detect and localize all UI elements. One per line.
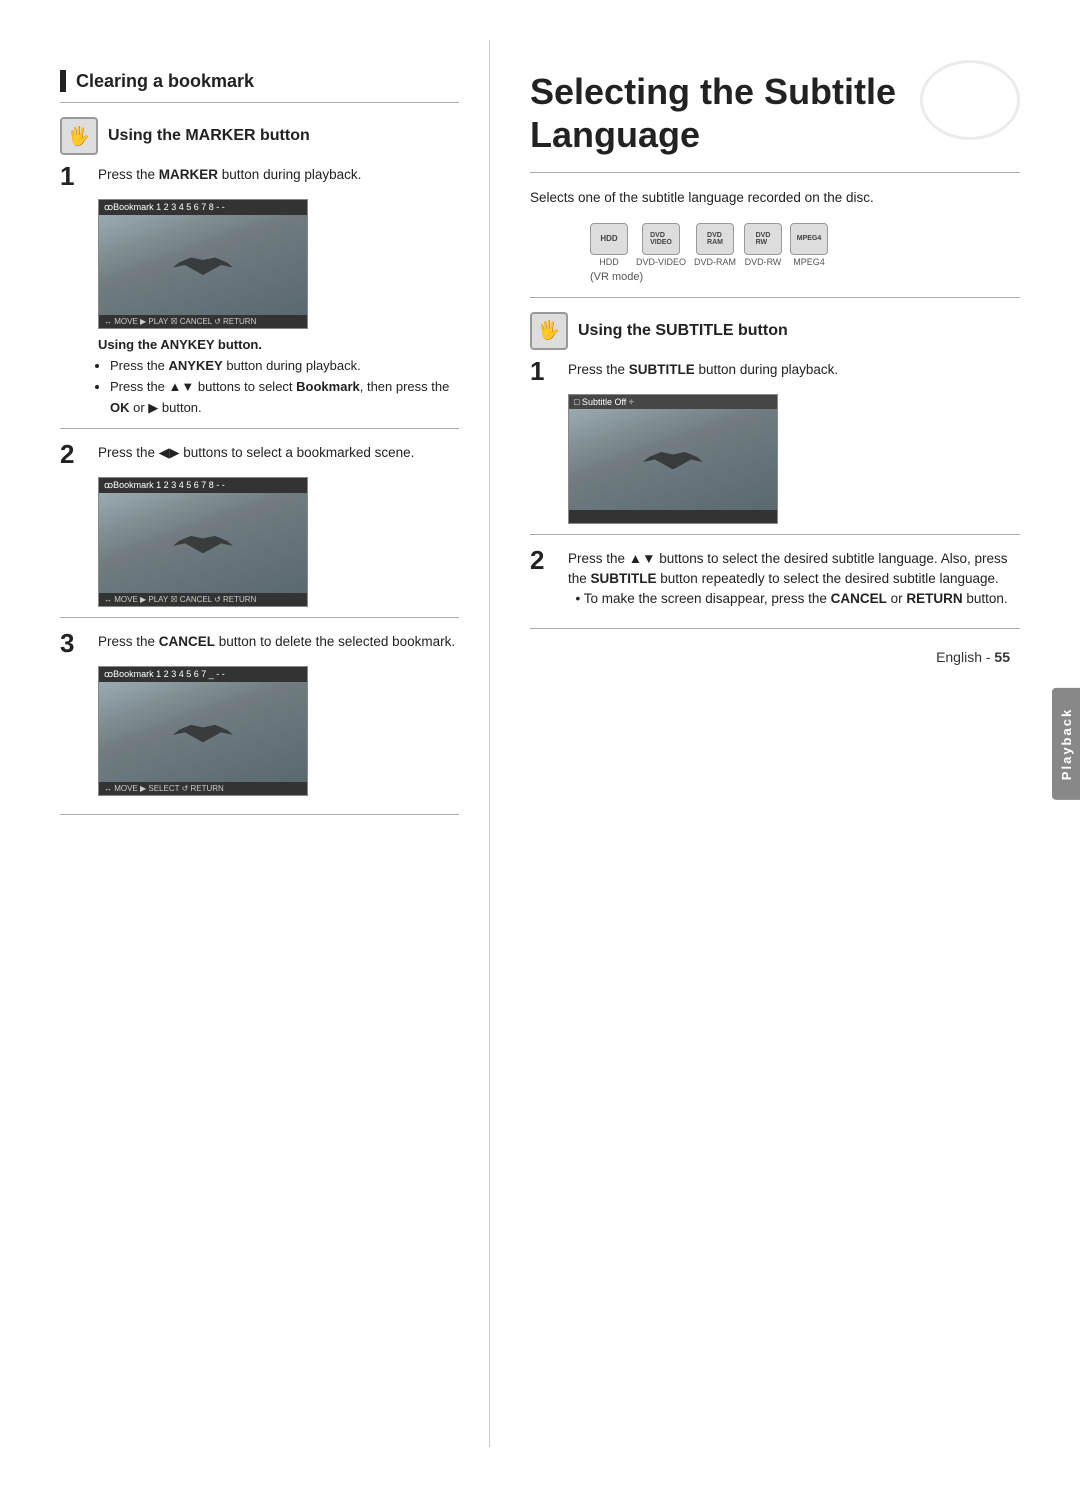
page-number: English - 55	[530, 649, 1020, 665]
step-1-text: Press the MARKER button during playback.	[98, 165, 459, 185]
right-column: Selecting the Subtitle Language Selects …	[490, 40, 1080, 1447]
seagull-icon-3	[163, 707, 243, 757]
black-bar-icon	[60, 70, 66, 92]
seagull-icon-2	[163, 518, 243, 568]
format-icon-hdd: HDD HDD	[590, 223, 628, 267]
marker-button-header: 🖐 Using the MARKER button	[60, 117, 459, 155]
step-3-num: 3	[60, 630, 90, 656]
divider-3	[60, 617, 459, 618]
left-column: Clearing a bookmark 🖐 Using the MARKER b…	[0, 40, 490, 1447]
subtitle-screenshot-bottombar	[569, 510, 777, 523]
seagull-icon-subtitle	[633, 434, 713, 484]
screenshot-1-topbar: ꝏBookmark 1 2 3 4 5 6 7 8 - -	[99, 200, 307, 215]
big-title: Selecting the Subtitle Language	[530, 70, 1020, 156]
subtitle-screenshot: □ Subtitle Off ÷	[568, 394, 778, 524]
format-icon-mpeg4: MPEG4 MPEG4	[790, 223, 828, 267]
screenshot-2: ꝏBookmark 1 2 3 4 5 6 7 8 - - ↔ MOVE ▶ P…	[98, 477, 308, 607]
right-step-1-text: Press the SUBTITLE button during playbac…	[568, 360, 1020, 380]
subtitle-desc: Selects one of the subtitle language rec…	[530, 187, 1020, 209]
step-1-num: 1	[60, 163, 90, 189]
screenshot-3-body	[99, 682, 307, 782]
page-num-value: 55	[994, 649, 1010, 665]
step-3-text: Press the CANCEL button to delete the se…	[98, 632, 459, 652]
right-step-2: 2 Press the ▲▼ buttons to select the des…	[530, 549, 1020, 610]
right-divider-2	[530, 297, 1020, 298]
right-step-1-num: 1	[530, 358, 560, 384]
right-divider-1	[530, 172, 1020, 173]
divider-bottom	[60, 814, 459, 815]
sidebar-playback-tab: Playback	[1052, 687, 1080, 799]
subtitle-button-header: 🖐 Using the SUBTITLE button	[530, 312, 1020, 350]
subtitle-icon: 🖐	[530, 312, 568, 350]
step-1: 1 Press the MARKER button during playbac…	[60, 165, 459, 189]
divider-1	[60, 102, 459, 103]
format-icons-row: HDD HDD DVDVIDEO DVD-VIDEO DVDRAM DVD-RA…	[590, 223, 1020, 267]
subtitle-screenshot-topbar: □ Subtitle Off ÷	[569, 395, 777, 409]
right-step-2-text: Press the ▲▼ buttons to select the desir…	[568, 549, 1020, 610]
right-step-2-num: 2	[530, 547, 560, 573]
clearing-bookmark-header: Clearing a bookmark	[60, 70, 459, 92]
screenshot-3-bottombar: ↔ MOVE ▶ SELECT ↺ RETURN	[99, 782, 307, 795]
marker-icon: 🖐	[60, 117, 98, 155]
anykey-bullet-1: Press the ANYKEY button during playback.	[110, 356, 459, 377]
step-2: 2 Press the ◀▶ buttons to select a bookm…	[60, 443, 459, 467]
right-step-1: 1 Press the SUBTITLE button during playb…	[530, 360, 1020, 384]
format-icon-dvd-rw: DVDRW DVD-RW	[744, 223, 782, 267]
format-icon-dvd-video: DVDVIDEO DVD-VIDEO	[636, 223, 686, 267]
screenshot-3-topbar: ꝏBookmark 1 2 3 4 5 6 7 _ - -	[99, 667, 307, 682]
page-label: English -	[936, 649, 994, 665]
clearing-bookmark-title: Clearing a bookmark	[76, 71, 254, 92]
right-divider-bottom	[530, 628, 1020, 629]
anykey-bullet-2: Press the ▲▼ buttons to select Bookmark,…	[110, 377, 459, 419]
screenshot-2-topbar: ꝏBookmark 1 2 3 4 5 6 7 8 - -	[99, 478, 307, 493]
screenshot-1: ꝏBookmark 1 2 3 4 5 6 7 8 - - ↔ MOVE ▶ P…	[98, 199, 308, 329]
anykey-section: Using the ANYKEY button. Press the ANYKE…	[98, 337, 459, 418]
anykey-title: Using the ANYKEY button.	[98, 337, 459, 352]
seagull-icon-1	[163, 240, 243, 290]
subtitle-screenshot-body	[569, 409, 777, 510]
marker-button-title: Using the MARKER button	[108, 127, 310, 145]
right-divider-3	[530, 534, 1020, 535]
step-3: 3 Press the CANCEL button to delete the …	[60, 632, 459, 656]
step-2-num: 2	[60, 441, 90, 467]
anykey-bullets: Press the ANYKEY button during playback.…	[98, 356, 459, 418]
screenshot-2-body	[99, 493, 307, 593]
vr-mode-text: (VR mode)	[590, 271, 1020, 283]
step-2-text: Press the ◀▶ buttons to select a bookmar…	[98, 443, 459, 463]
subtitle-button-title: Using the SUBTITLE button	[578, 322, 788, 340]
screenshot-1-bottombar: ↔ MOVE ▶ PLAY ☒ CANCEL ↺ RETURN	[99, 315, 307, 328]
format-icon-dvd-ram: DVDRAM DVD-RAM	[694, 223, 736, 267]
title-decoration	[920, 60, 1020, 140]
screenshot-1-body	[99, 215, 307, 315]
screenshot-2-bottombar: ↔ MOVE ▶ PLAY ☒ CANCEL ↺ RETURN	[99, 593, 307, 606]
divider-2	[60, 428, 459, 429]
screenshot-3: ꝏBookmark 1 2 3 4 5 6 7 _ - - ↔ MOVE ▶ S…	[98, 666, 308, 796]
